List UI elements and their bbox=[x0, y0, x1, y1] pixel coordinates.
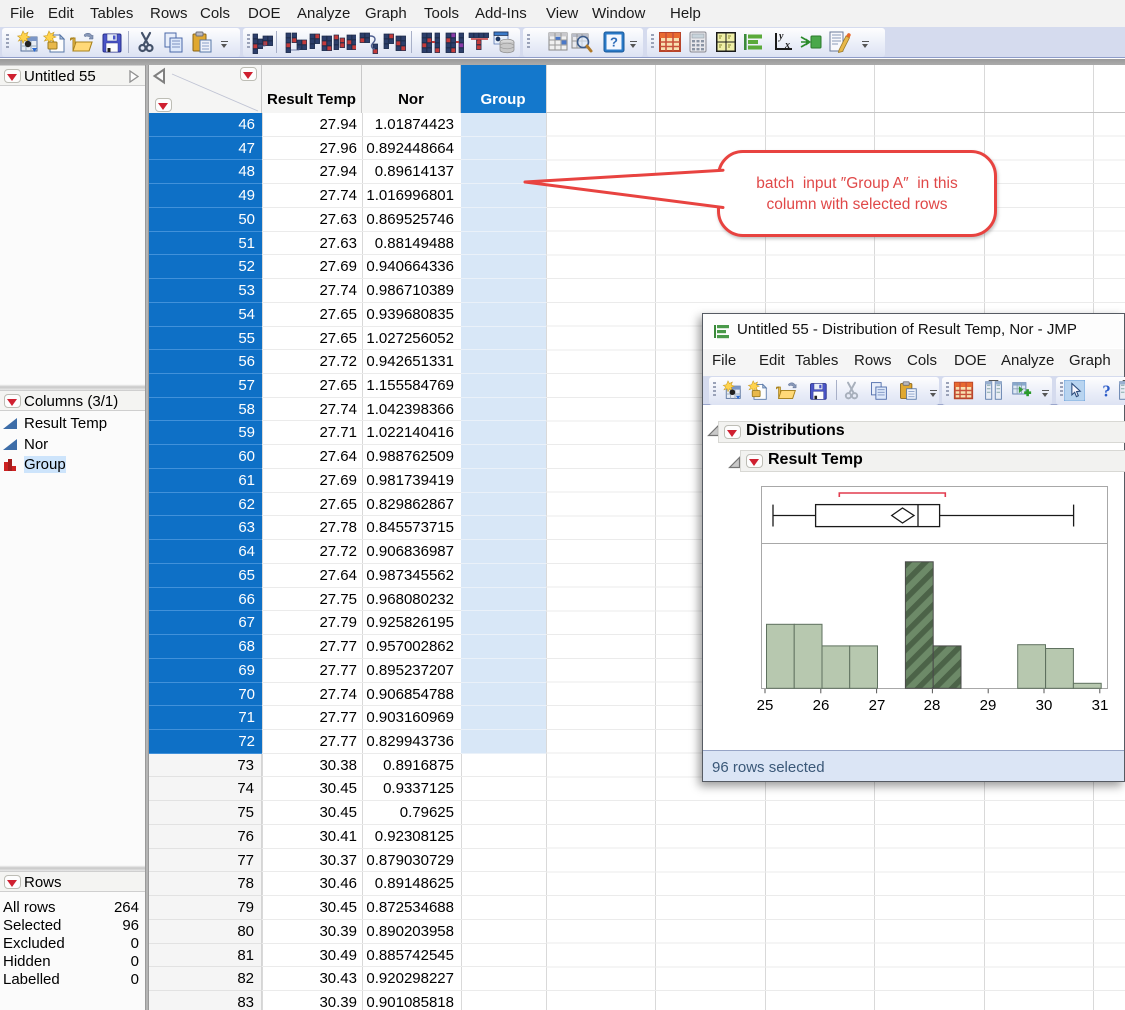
svg-text:?: ? bbox=[610, 35, 618, 50]
svg-text:y: y bbox=[778, 31, 784, 42]
svg-text:?: ? bbox=[1102, 382, 1110, 401]
svg-text:x: x bbox=[784, 40, 790, 51]
